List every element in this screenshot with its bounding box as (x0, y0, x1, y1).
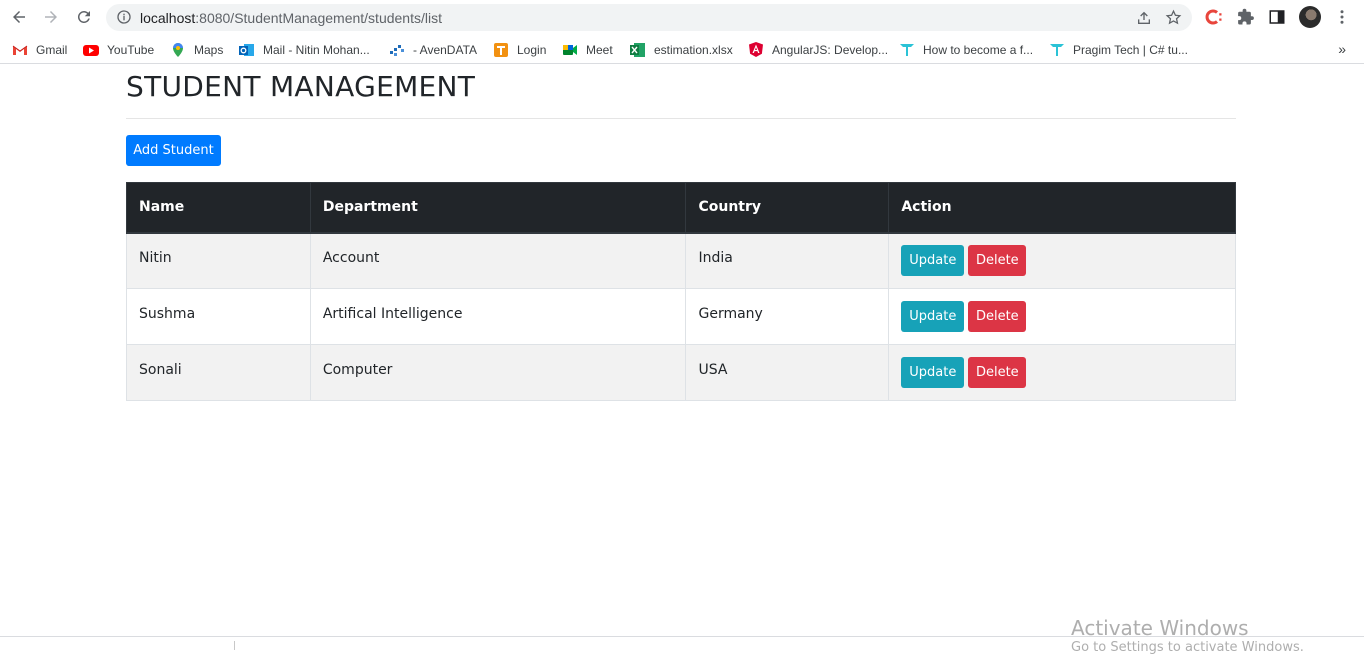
youtube-icon (83, 45, 99, 56)
kebab-menu-icon[interactable] (1333, 8, 1351, 26)
student-country: India (698, 249, 733, 266)
outlook-icon (239, 44, 254, 56)
login-icon (494, 43, 508, 57)
student-department: Account (322, 249, 380, 266)
delete-button[interactable]: Delete (968, 301, 1027, 332)
page-title: STUDENT MANAGEMENT (126, 70, 476, 103)
cell-actions: Update Delete (888, 232, 1236, 289)
cell-name: Sushma (126, 288, 311, 345)
title-divider (126, 118, 1236, 119)
add-student-button[interactable]: Add Student (126, 135, 221, 166)
update-button[interactable]: Update (901, 301, 965, 332)
bookmark-label: How to become a f... (923, 43, 1034, 57)
bookmarks-overflow-chevron[interactable]: » (1338, 41, 1346, 57)
address-bar[interactable]: localhost:8080/StudentManagement/student… (106, 4, 1192, 31)
url-path: :8080/StudentManagement/students/list (195, 10, 442, 26)
angular-icon (749, 42, 763, 57)
delete-button[interactable]: Delete (968, 357, 1027, 388)
pragim-icon (900, 44, 914, 56)
activate-windows-subtext: Go to Settings to activate Windows. (1071, 640, 1304, 655)
cell-department: Computer (309, 344, 687, 401)
table-row: Sonali Computer USA Update Delete (126, 344, 1236, 401)
bookmarks-bar: Gmail YouTube Maps Mail - Nitin Mohan...… (0, 36, 1364, 64)
excel-icon (630, 43, 645, 57)
student-country: USA (698, 361, 728, 378)
delete-button[interactable]: Delete (968, 245, 1027, 277)
url-text[interactable]: localhost:8080/StudentManagement/student… (140, 10, 442, 26)
info-icon[interactable] (116, 9, 132, 25)
cell-name: Nitin (126, 232, 311, 289)
gmail-icon (12, 45, 28, 55)
table-row: Nitin Account India Update Delete (126, 232, 1236, 289)
browser-toolbar: localhost:8080/StudentManagement/student… (0, 0, 1364, 34)
student-name: Sushma (139, 305, 196, 322)
reload-icon[interactable] (73, 6, 95, 28)
star-icon[interactable] (1165, 9, 1182, 26)
student-name: Nitin (139, 249, 172, 266)
student-country: Germany (698, 305, 763, 322)
share-icon[interactable] (1136, 10, 1152, 26)
cell-department: Account (309, 232, 687, 289)
cell-actions: Update Delete (888, 288, 1236, 345)
bookmark-label: YouTube (107, 43, 155, 57)
bookmark-label: Maps (194, 43, 224, 57)
bookmark-label: - AvenDATA (413, 43, 478, 57)
bookmark-avendata[interactable]: - AvenDATA (389, 40, 477, 60)
bookmark-label: Login (517, 43, 547, 57)
puzzle-icon[interactable] (1237, 8, 1255, 26)
table-row: Sushma Artifical Intelligence Germany Up… (126, 288, 1236, 345)
cell-country: India (685, 232, 890, 289)
student-name: Sonali (139, 361, 182, 378)
profile-avatar[interactable] (1299, 6, 1321, 28)
bookmark-login[interactable]: Login (493, 40, 546, 60)
update-button[interactable]: Update (901, 245, 965, 277)
cell-actions: Update Delete (888, 344, 1236, 401)
cell-country: USA (685, 344, 890, 401)
forward-arrow-icon[interactable] (40, 6, 62, 28)
back-arrow-icon[interactable] (8, 6, 30, 28)
url-host: localhost (140, 10, 196, 26)
bookmark-meet[interactable]: Meet (562, 40, 613, 60)
header-action: Action (888, 182, 1236, 234)
cell-department: Artifical Intelligence (309, 288, 687, 345)
bookmark-label: Mail - Nitin Mohan... (263, 43, 370, 57)
bookmark-how-to-become[interactable]: How to become a f... (899, 40, 1033, 60)
taskbar-separator (234, 641, 235, 650)
avendata-icon (390, 45, 404, 56)
bookmark-label: AngularJS: Develop... (772, 43, 889, 57)
bookmark-label: Gmail (36, 43, 68, 57)
bookmark-label: Pragim Tech | C# tu... (1073, 43, 1188, 57)
bookmark-label: estimation.xlsx (654, 43, 733, 57)
meet-icon (563, 45, 577, 55)
pragim-icon (1050, 44, 1064, 56)
side-panel-icon[interactable] (1268, 8, 1286, 26)
header-name: Name (126, 182, 311, 234)
activate-windows-watermark: Activate Windows (1071, 616, 1249, 640)
header-department: Department (309, 182, 687, 234)
student-department: Artifical Intelligence (322, 305, 463, 322)
bookmark-youtube[interactable]: YouTube (83, 40, 154, 60)
extension-c-icon[interactable] (1205, 8, 1223, 26)
bookmark-pragim-tech[interactable]: Pragim Tech | C# tu... (1049, 40, 1188, 60)
student-department: Computer (322, 361, 393, 378)
bookmark-outlook[interactable]: Mail - Nitin Mohan... (239, 40, 370, 60)
bookmark-label: Meet (586, 43, 613, 57)
students-table: Name Department Country Action Nitin Acc… (126, 182, 1236, 401)
update-button[interactable]: Update (901, 357, 965, 388)
bookmark-gmail[interactable]: Gmail (12, 40, 67, 60)
cell-name: Sonali (126, 344, 311, 401)
table-header-row: Name Department Country Action (126, 182, 1236, 234)
maps-icon (173, 43, 183, 57)
cell-country: Germany (685, 288, 890, 345)
bookmark-maps[interactable]: Maps (170, 40, 223, 60)
bookmark-angular[interactable]: AngularJS: Develop... (748, 40, 888, 60)
header-country: Country (685, 182, 890, 234)
bookmark-excel[interactable]: estimation.xlsx (630, 40, 733, 60)
